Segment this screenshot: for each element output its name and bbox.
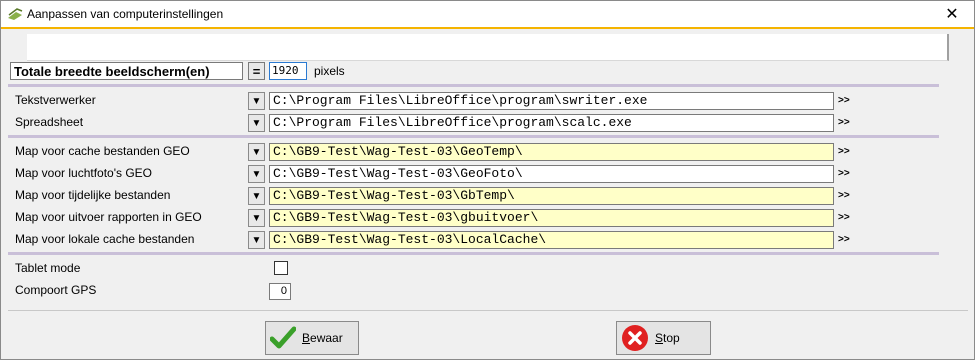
equals-button[interactable]: = [248, 62, 265, 80]
triangle-down-icon: ▼ [251, 146, 262, 158]
dropdown-button[interactable]: ▼ [248, 231, 265, 249]
path-field-tekstverwerker[interactable]: C:\Program Files\LibreOffice\program\swr… [269, 92, 834, 110]
triangle-down-icon: ▼ [251, 234, 262, 246]
label-luchtfoto-geo: Map voor luchtfoto's GEO [15, 166, 153, 180]
screen-width-input[interactable]: 1920 [269, 62, 307, 80]
checkmark-icon [270, 326, 296, 349]
close-icon: ✕ [945, 6, 959, 23]
browse-button[interactable]: >> [838, 190, 850, 201]
path-field-luchtfoto-geo[interactable]: C:\GB9-Test\Wag-Test-03\GeoFoto\ [269, 165, 834, 183]
browse-button[interactable]: >> [838, 95, 850, 106]
close-button[interactable]: ✕ [930, 1, 974, 27]
footer-divider [8, 310, 968, 311]
title-bar: Aanpassen van computerinstellingen ✕ [1, 1, 974, 29]
separator [8, 84, 939, 87]
label-tekstverwerker: Tekstverwerker [15, 93, 96, 107]
path-field-tijdelijke-bestanden[interactable]: C:\GB9-Test\Wag-Test-03\GbTemp\ [269, 187, 834, 205]
dropdown-button[interactable]: ▼ [248, 209, 265, 227]
app-icon [7, 6, 23, 22]
header-panel [27, 34, 949, 61]
triangle-down-icon: ▼ [251, 117, 262, 129]
browse-button[interactable]: >> [838, 212, 850, 223]
browse-button[interactable]: >> [838, 117, 850, 128]
separator [8, 135, 939, 138]
stop-button[interactable]: Stop [616, 321, 711, 355]
dropdown-button[interactable]: ▼ [248, 114, 265, 132]
settings-window: Aanpassen van computerinstellingen ✕ Tot… [0, 0, 975, 360]
browse-button[interactable]: >> [838, 146, 850, 157]
gps-port-input[interactable]: 0 [269, 283, 291, 300]
label-lokale-cache: Map voor lokale cache bestanden [15, 232, 195, 246]
dropdown-button[interactable]: ▼ [248, 92, 265, 110]
label-tablet-mode: Tablet mode [15, 261, 81, 275]
dropdown-button[interactable]: ▼ [248, 143, 265, 161]
save-button[interactable]: Bewaar [265, 321, 359, 355]
dropdown-button[interactable]: ▼ [248, 187, 265, 205]
separator [8, 252, 939, 255]
label-cache-geo: Map voor cache bestanden GEO [15, 144, 190, 158]
save-button-label: Bewaar [302, 331, 343, 345]
triangle-down-icon: ▼ [251, 212, 262, 224]
label-spreadsheet: Spreadsheet [15, 115, 84, 129]
screen-width-unit: pixels [314, 64, 345, 78]
stop-icon [622, 325, 648, 351]
triangle-down-icon: ▼ [251, 190, 262, 202]
label-uitvoer-rapporten: Map voor uitvoer rapporten in GEO [15, 210, 202, 224]
dropdown-button[interactable]: ▼ [248, 165, 265, 183]
tablet-mode-checkbox[interactable] [274, 261, 288, 275]
browse-button[interactable]: >> [838, 168, 850, 179]
browse-button[interactable]: >> [838, 234, 850, 245]
window-title: Aanpassen van computerinstellingen [27, 7, 224, 21]
path-field-uitvoer-rapporten[interactable]: C:\GB9-Test\Wag-Test-03\gbuitvoer\ [269, 209, 834, 227]
triangle-down-icon: ▼ [251, 95, 262, 107]
triangle-down-icon: ▼ [251, 168, 262, 180]
path-field-cache-geo[interactable]: C:\GB9-Test\Wag-Test-03\GeoTemp\ [269, 143, 834, 161]
path-field-lokale-cache[interactable]: C:\GB9-Test\Wag-Test-03\LocalCache\ [269, 231, 834, 249]
label-tijdelijke-bestanden: Map voor tijdelijke bestanden [15, 188, 171, 202]
screen-width-label: Totale breedte beeldscherm(en) [10, 62, 243, 80]
label-gps-port: Compoort GPS [15, 283, 97, 297]
path-field-spreadsheet[interactable]: C:\Program Files\LibreOffice\program\sca… [269, 114, 834, 132]
stop-button-label: Stop [655, 331, 680, 345]
